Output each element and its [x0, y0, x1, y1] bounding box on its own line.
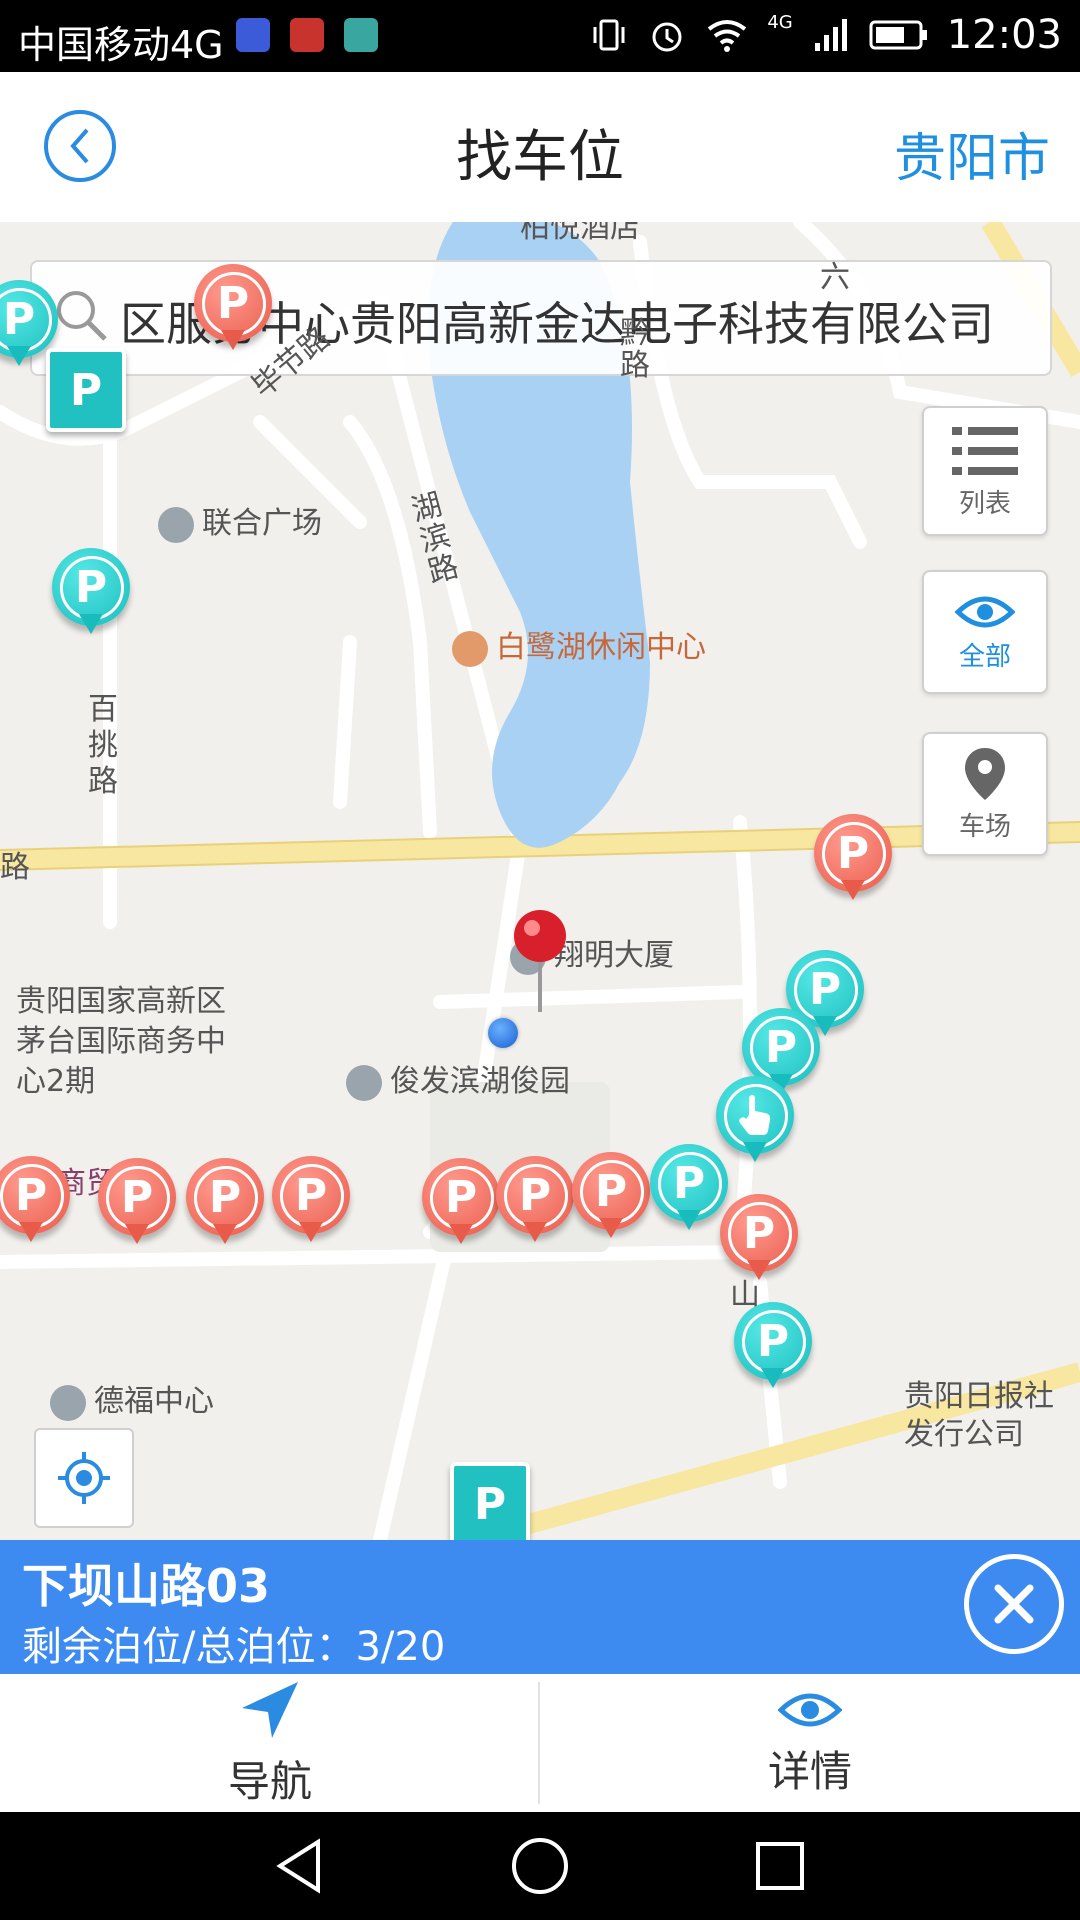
parking-info-panel: 下坝山路03 剩余泊位/总泊位：3/20 [0, 1540, 1080, 1674]
destination-pin-icon [514, 910, 566, 1012]
parking-marker[interactable]: P [272, 1156, 350, 1248]
locate-me-button[interactable] [34, 1428, 134, 1528]
eye-icon [955, 596, 1015, 627]
alarm-icon [652, 22, 682, 52]
location-pin-icon [965, 747, 1005, 800]
show-all-label: 全部 [958, 641, 1011, 672]
status-bar: 中国移动4G 4G 12:03 [0, 0, 1080, 72]
list-view-button[interactable]: 列表 [922, 406, 1048, 536]
system-nav-bar [0, 1812, 1080, 1920]
parking-marker[interactable]: P [496, 1156, 574, 1248]
poi-ribao-distribution: 贵阳日报社发行公司 [904, 1379, 1054, 1452]
title-bar: 找车位 贵阳市 [0, 72, 1080, 224]
parking-lots-label: 车场 [958, 811, 1011, 842]
clock: 12:03 [946, 12, 1062, 58]
parking-marker[interactable]: P [186, 1158, 264, 1250]
details-button[interactable]: 详情 [540, 1674, 1080, 1812]
parking-marker[interactable]: P [0, 1156, 70, 1248]
available-spaces: 剩余泊位/总泊位：3/20 [22, 1624, 446, 1670]
home-icon [346, 1064, 382, 1101]
road-label-left: 路 [0, 850, 30, 885]
road-label-hotel: 柏悦酒店 [520, 222, 640, 245]
parking-marker[interactable]: P [572, 1152, 650, 1244]
road-label-qian: 黔路 [620, 316, 650, 383]
map-view[interactable]: 区服务中心贵阳高新金达电子科技有限公司 列表 全部 车场 联合广场 白鹭湖休闲中… [0, 222, 1080, 1540]
list-view-label: 列表 [958, 488, 1011, 519]
bottom-actions: 导航 详情 [0, 1674, 1080, 1812]
map-app-icon [236, 18, 270, 52]
road-label-baitiao: 百挑路 [88, 692, 118, 799]
parking-lots-button[interactable]: 车场 [922, 732, 1048, 856]
poi-hitech-center: 贵阳国家高新区茅台国际商务中心2期 [16, 984, 226, 1099]
parking-marker[interactable]: P [720, 1194, 798, 1286]
parking-marker[interactable]: P [814, 814, 892, 906]
map-base [0, 222, 1080, 1540]
parking-marker[interactable]: P [194, 264, 272, 356]
parking-marker[interactable]: P [52, 548, 130, 640]
navigate-label: 导航 [227, 1756, 312, 1806]
network-type: 4G [767, 12, 793, 33]
game-app-icon [290, 18, 324, 52]
details-label: 详情 [767, 1746, 852, 1796]
crosshair-icon [58, 1452, 110, 1504]
city-selector[interactable]: 贵阳市 [894, 116, 1050, 191]
parking-marker[interactable]: P [734, 1302, 812, 1394]
poi-junfa-garden: 俊发滨湖俊园 [346, 1056, 570, 1101]
road-label-liu: 六 [820, 260, 850, 295]
close-icon [994, 1584, 1034, 1624]
carrier-label: 中国移动4G [18, 23, 224, 67]
search-bar[interactable]: 区服务中心贵阳高新金达电子科技有限公司 [30, 260, 1052, 376]
navigate-button[interactable]: 导航 [0, 1674, 540, 1812]
home-circle-icon[interactable] [510, 1836, 570, 1896]
building-icon [158, 506, 194, 543]
parking-marker[interactable]: P [650, 1144, 728, 1236]
poi-defu-center: 德福中心 [50, 1376, 214, 1421]
list-icon [952, 426, 1018, 475]
back-triangle-icon[interactable] [270, 1836, 330, 1896]
gallery-app-icon [344, 18, 378, 52]
restaurant-icon [452, 630, 488, 667]
parking-garage-marker[interactable]: P [46, 348, 126, 432]
recents-square-icon[interactable] [750, 1836, 810, 1896]
signal-icon [814, 19, 847, 51]
vibrate-icon [593, 19, 625, 51]
parking-marker[interactable]: P [98, 1158, 176, 1250]
parking-garage-marker[interactable]: P [450, 1462, 530, 1540]
current-location-dot [488, 1018, 518, 1048]
show-all-button[interactable]: 全部 [922, 570, 1048, 694]
battery-icon [869, 20, 927, 50]
poi-lianhe-plaza: 联合广场 [158, 498, 322, 543]
poi-bailu-lake-center: 白鹭湖休闲中心 [452, 622, 706, 667]
parking-marker[interactable]: P [422, 1158, 500, 1250]
search-icon [57, 291, 107, 341]
navigation-arrow-icon [242, 1681, 298, 1738]
home-icon [50, 1384, 86, 1421]
wifi-icon [708, 20, 747, 52]
eye-icon [778, 1693, 842, 1726]
close-button[interactable] [964, 1554, 1064, 1654]
parking-lot-name: 下坝山路03 [22, 1559, 271, 1613]
